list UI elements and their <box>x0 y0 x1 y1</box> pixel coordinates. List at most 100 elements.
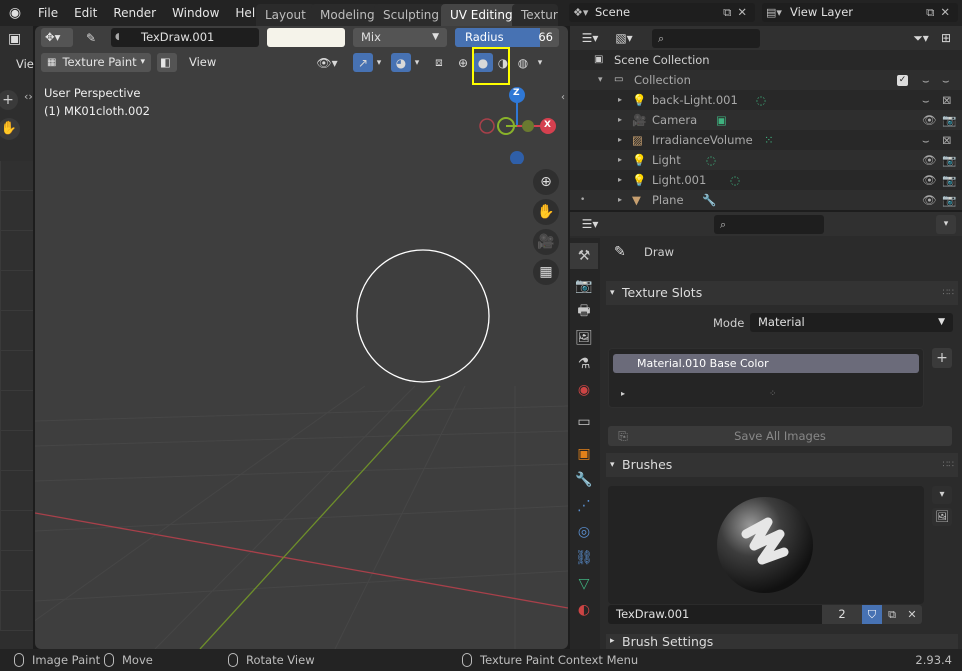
outliner-item-irradiance[interactable]: ▸ ▨ IrradianceVolume ⁙ ⌣ ⊠ <box>570 130 962 150</box>
outliner-editor-type-icon[interactable]: ☰▾ <box>576 29 604 48</box>
shading-dropdown-icon[interactable]: ▾ <box>533 53 547 72</box>
texture-slot-item[interactable]: Material.010 Base Color <box>613 354 919 373</box>
outliner-search-input[interactable]: ⌕ <box>652 28 760 48</box>
visibility-eye-icon[interactable]: 👁 <box>922 110 942 130</box>
collection-checkbox[interactable]: ✓ <box>897 74 908 86</box>
drag-handle-icon[interactable]: ∷∷ <box>943 453 958 477</box>
render-toggle-icon[interactable]: ⊠ <box>942 90 962 110</box>
paintbrush-icon[interactable]: ✎ <box>81 28 101 47</box>
tab-layout[interactable]: Layout <box>256 4 315 26</box>
expand-arrow-icon[interactable]: ▸ <box>618 190 632 210</box>
expand-arrow-icon[interactable]: ▸ <box>618 90 632 110</box>
properties-search-input[interactable]: ⌕ <box>714 214 824 234</box>
properties-dropdown-icon[interactable]: ▾ <box>936 214 956 234</box>
fake-user-shield-icon[interactable]: ⛉ <box>862 604 882 624</box>
gizmo-toggle-icon[interactable]: ↗ <box>353 53 373 72</box>
overlays-toggle-icon[interactable]: ◕ <box>391 53 411 72</box>
visibility-eye-icon[interactable]: 👁 <box>922 150 942 170</box>
tool-settings-dropdown[interactable]: ✥▾ <box>41 28 73 47</box>
visibility-eye-icon[interactable]: 👁 <box>922 190 942 210</box>
close-scene-icon[interactable]: ✕ <box>737 3 747 22</box>
tab-scene-icon[interactable]: ⚗ <box>570 351 598 377</box>
brush-preview-box[interactable] <box>608 486 924 604</box>
expand-arrow-icon[interactable]: ▸ <box>618 150 632 170</box>
color-swatch[interactable] <box>267 28 345 47</box>
brush-users-count[interactable]: 2 <box>822 604 862 624</box>
camera-view-icon[interactable]: 🎥 <box>533 229 559 255</box>
mode-select[interactable]: Material ▼ <box>750 313 953 332</box>
brush-settings-header[interactable]: ▸ Brush Settings <box>606 634 958 649</box>
unlink-brush-icon[interactable]: ✕ <box>902 604 922 624</box>
tab-collection-icon[interactable]: ▭ <box>570 409 598 435</box>
render-camera-icon[interactable]: 📷 <box>942 170 962 190</box>
collection-expand-icon[interactable]: ▾ <box>598 70 614 90</box>
brush-image-icon[interactable]: 🖼 <box>932 508 952 526</box>
expand-arrows-icon[interactable]: ‹› <box>24 90 33 103</box>
zoom-icon[interactable]: ⊕ <box>533 169 559 195</box>
tab-data-icon[interactable]: ▽ <box>570 571 598 597</box>
duplicate-brush-icon[interactable]: ⧉ <box>882 604 902 624</box>
mask-toggle-icon[interactable]: ◧ <box>157 53 177 72</box>
overlays-dropdown-icon[interactable]: ▾ <box>411 53 423 72</box>
brush-datablock-name[interactable]: TexDraw.001 <box>608 604 822 624</box>
menu-window[interactable]: Window <box>164 0 227 26</box>
outliner-item-plane[interactable]: • ▸ ▼ Plane 🔧 👁 📷 <box>570 190 962 210</box>
outliner-item-camera[interactable]: ▸ 🎥 Camera ▣ 👁 📷 <box>570 110 962 130</box>
tab-world-icon[interactable]: ◉ <box>570 377 598 403</box>
brushes-header[interactable]: ▾ Brushes ∷∷ <box>606 453 958 477</box>
render-toggle-icon[interactable]: ⊠ <box>942 130 962 150</box>
collection-render-icon[interactable]: ⌣ <box>942 70 962 90</box>
navigation-gizmo[interactable] <box>475 84 565 164</box>
tab-texture[interactable]: Texture <box>512 4 558 26</box>
mode-dropdown[interactable]: ▦ Texture Paint ▾ <box>41 53 151 72</box>
save-all-images-button[interactable]: ⎘ Save All Images <box>608 426 952 446</box>
shading-rendered-icon[interactable]: ◍ <box>513 53 533 72</box>
add-slot-button[interactable]: + <box>932 348 952 368</box>
outliner-item-back-light[interactable]: ▸ 💡 back-Light.001 ◌ ⌣ ⊠ <box>570 90 962 110</box>
display-mode-icon[interactable]: ▧▾ <box>610 29 638 48</box>
texture-slots-header[interactable]: ▾ Texture Slots ∷∷ <box>606 281 958 305</box>
tab-modeling[interactable]: Modeling <box>311 4 384 26</box>
brush-name-field[interactable]: ◖ TexDraw.001 <box>111 28 259 47</box>
tab-view-layer-icon[interactable]: 🖼 <box>570 325 598 351</box>
list-resize-handle-icon[interactable]: ⁘ <box>769 389 777 399</box>
close-view-layer-icon[interactable]: ✕ <box>940 3 950 22</box>
zoom-in-icon[interactable]: + <box>0 90 18 110</box>
copy-scene-icon[interactable]: ⧉ <box>723 3 731 22</box>
tab-render-icon[interactable]: 📷 <box>570 273 598 299</box>
tab-particles-icon[interactable]: ⋰ <box>570 493 598 519</box>
list-expand-icon[interactable]: ▸ <box>621 389 625 398</box>
expand-arrow-icon[interactable]: ▸ <box>618 110 632 130</box>
visibility-eye-icon[interactable]: 👁 <box>922 170 942 190</box>
menu-render[interactable]: Render <box>105 0 164 26</box>
expand-arrow-icon[interactable]: ▸ <box>618 170 632 190</box>
outliner-root-row[interactable]: ▣ Scene Collection <box>570 50 962 70</box>
texture-slot-list[interactable]: Material.010 Base Color ▸ ⁘ <box>608 348 924 408</box>
blender-logo-icon[interactable]: ◉ <box>0 5 30 21</box>
outliner-item-light-001[interactable]: ▸ 💡 Light.001 ◌ 👁 📷 <box>570 170 962 190</box>
render-camera-icon[interactable]: 📷 <box>942 150 962 170</box>
render-camera-icon[interactable]: 📷 <box>942 110 962 130</box>
blend-mode-dropdown[interactable]: Mix ▼ <box>353 28 447 47</box>
tab-tool-icon[interactable]: ⚒ <box>570 243 598 269</box>
3d-viewport[interactable]: ✥▾ ✎ ◖ TexDraw.001 Mix ▼ Radius 66 ▦ Tex… <box>35 26 568 649</box>
expand-arrow-icon[interactable]: ▸ <box>618 130 632 150</box>
tab-physics-icon[interactable]: ◎ <box>570 519 598 545</box>
visibility-icon[interactable]: ⌣ <box>922 130 942 150</box>
menu-edit[interactable]: Edit <box>66 0 105 26</box>
grid-ortho-icon[interactable]: ▦ <box>533 259 559 285</box>
tab-modifiers-icon[interactable]: 🔧 <box>570 467 598 493</box>
tab-constraints-icon[interactable]: ⛓ <box>570 545 598 571</box>
new-collection-icon[interactable]: ⊞ <box>936 29 956 48</box>
outliner-collection-row[interactable]: ▾ ▭ Collection ✓ ⌣ ⌣ <box>570 70 962 90</box>
tab-object-icon[interactable]: ▣ <box>570 441 598 467</box>
brush-browse-dropdown[interactable]: ▾ <box>932 486 952 504</box>
editor-type-icon[interactable]: ▣ <box>8 31 21 47</box>
visibility-icon[interactable]: ⌣ <box>922 90 942 110</box>
tab-sculpting[interactable]: Sculpting <box>374 4 449 26</box>
collection-hide-icon[interactable]: ⌣ <box>922 70 942 90</box>
scene-selector[interactable]: ❖▾ Scene ⧉ ✕ <box>569 3 755 22</box>
xray-toggle-icon[interactable]: ⧈ <box>429 53 449 72</box>
view-menu[interactable]: View <box>183 53 221 72</box>
shading-wireframe-icon[interactable]: ⊕ <box>453 53 473 72</box>
